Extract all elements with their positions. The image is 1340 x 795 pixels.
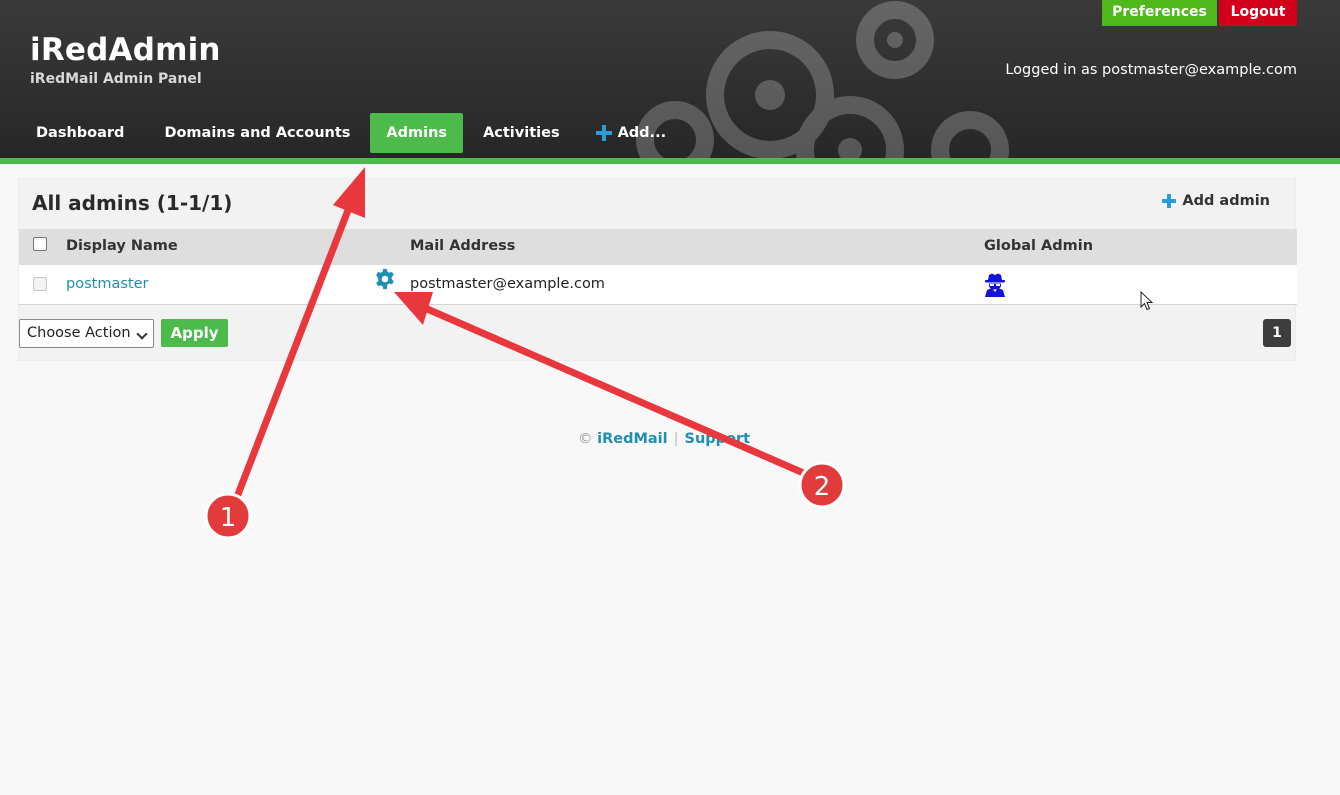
nav-add[interactable]: Add... — [590, 113, 683, 153]
header-accent-stripe — [0, 158, 1340, 164]
copyright-symbol: © — [578, 431, 593, 447]
nav-activities[interactable]: Activities — [467, 113, 576, 153]
plus-icon — [1162, 194, 1177, 208]
page-footer: © iRedMail | Support — [578, 431, 750, 447]
admin-mail-address: postmaster@example.com — [410, 276, 605, 292]
annotation-label-1: 1 — [220, 503, 237, 533]
annotation-marker-1: 1 — [204, 492, 252, 540]
nav-domains-and-accounts[interactable]: Domains and Accounts — [148, 113, 366, 153]
annotation-label-2: 2 — [814, 472, 831, 502]
footer-iredmail-link[interactable]: iRedMail — [597, 431, 668, 447]
select-all-checkbox[interactable] — [33, 237, 47, 251]
logout-button[interactable]: Logout — [1219, 0, 1297, 26]
header: iRedAdmin iRedMail Admin Panel Preferenc… — [0, 0, 1340, 164]
footer-support-link[interactable]: Support — [685, 431, 751, 447]
choose-action-label: Choose Action — [27, 325, 131, 341]
add-admin-button[interactable]: Add admin — [1162, 193, 1270, 209]
preferences-button[interactable]: Preferences — [1102, 0, 1217, 26]
app-title: iRedAdmin — [30, 32, 221, 68]
table-header: Display Name Mail Address Global Admin — [19, 229, 1297, 265]
main-nav: Dashboard Domains and Accounts Admins Ac… — [20, 113, 686, 153]
column-mail-address[interactable]: Mail Address — [410, 238, 515, 254]
mouse-cursor-icon — [1140, 291, 1154, 311]
column-global-admin[interactable]: Global Admin — [984, 238, 1093, 254]
add-admin-label: Add admin — [1182, 193, 1270, 209]
panel-title: All admins (1-1/1) — [32, 191, 233, 215]
gear-icon[interactable] — [374, 268, 396, 290]
apply-button[interactable]: Apply — [161, 319, 228, 347]
annotation-marker-2: 2 — [798, 461, 846, 509]
nav-dashboard[interactable]: Dashboard — [20, 113, 140, 153]
pagination-page-1[interactable]: 1 — [1263, 319, 1291, 347]
plus-icon — [595, 125, 612, 141]
choose-action-select[interactable]: Choose Action — [19, 319, 154, 348]
logged-in-status: Logged in as postmaster@example.com — [1005, 62, 1297, 78]
app-subtitle: iRedMail Admin Panel — [30, 71, 202, 87]
nav-add-label: Add... — [617, 125, 667, 141]
chevron-down-icon — [136, 328, 148, 340]
global-admin-spy-icon — [985, 273, 1005, 297]
column-display-name[interactable]: Display Name — [66, 238, 178, 254]
table-row: postmaster postmaster@example.com — [19, 265, 1297, 305]
nav-admins[interactable]: Admins — [370, 113, 464, 153]
footer-separator: | — [673, 431, 679, 447]
admins-panel: All admins (1-1/1) Add admin Display Nam… — [18, 178, 1297, 361]
admin-display-name-link[interactable]: postmaster — [66, 276, 148, 292]
table-actions: Choose Action Apply 1 — [19, 319, 1297, 349]
row-checkbox[interactable] — [33, 277, 47, 291]
